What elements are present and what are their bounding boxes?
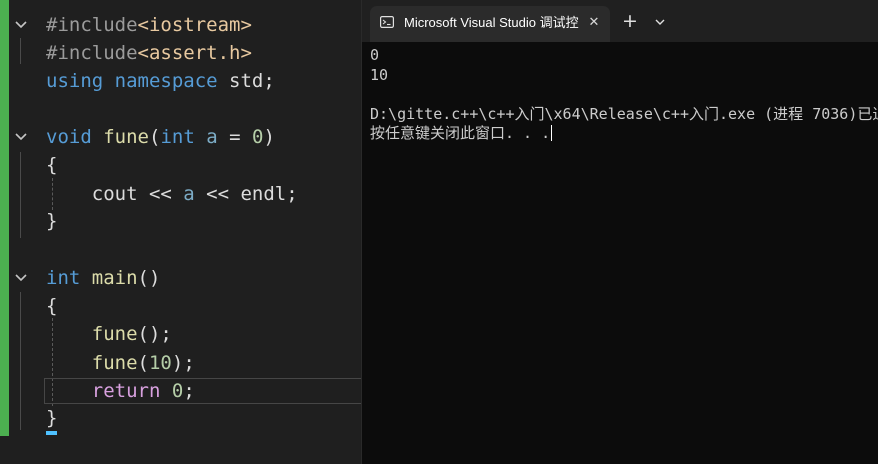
terminal-icon [380,16,394,28]
code-line[interactable]: { [46,151,57,179]
code-token: return [91,380,161,402]
code-token: cout << [46,183,184,205]
code-token: 0 [252,126,264,148]
code-token: { [46,295,58,317]
new-tab-button[interactable]: + [620,12,640,32]
code-token: ( [137,352,149,374]
code-line[interactable]: fune(10); [46,349,195,377]
code-line[interactable]: #include<assert.h> [46,39,252,67]
code-editor[interactable]: #include<iostream> #include<assert.h> us… [0,0,361,464]
code-token: int [46,267,81,289]
terminal-tab[interactable]: Microsoft Visual Studio 调试控 ✕ [370,6,610,42]
code-line[interactable]: int main() [46,264,160,292]
code-token: <iostream> [137,14,252,36]
code-token: a [183,183,195,205]
code-token: int [160,126,195,148]
change-indicator-bar [0,0,9,436]
tab-title: Microsoft Visual Studio 调试控 [404,15,579,30]
output-line: D:\gitte.c++\c++入门\x64\Release\c++入门.exe… [370,104,878,123]
outline-guide [20,152,21,238]
prompt-text: 按任意键关闭此窗口. . . [370,124,551,142]
code-line[interactable]: cout << a << endl; [46,180,298,208]
outline-guide [20,38,21,64]
caret-marker [46,431,57,435]
code-line[interactable]: fune(); [46,320,172,348]
code-token: } [46,210,58,232]
code-line[interactable]: } [46,404,57,432]
fold-chevron-down-icon[interactable] [13,17,29,33]
code-line[interactable]: { [46,292,57,320]
code-token: } [46,407,58,429]
code-token: 10 [148,352,172,374]
chevron-down-icon[interactable] [650,12,670,32]
text-cursor [551,125,553,141]
code-token: ) [263,126,275,148]
terminal-tab-bar: Microsoft Visual Studio 调试控 ✕ + [362,0,878,42]
code-line[interactable]: using namespace std; [46,67,275,95]
code-token: void [46,126,92,148]
code-token: = [217,126,252,148]
outline-guide [20,292,21,430]
code-token: std; [217,70,275,92]
code-token: a [206,126,218,148]
code-token: << endl; [194,183,298,205]
fold-chevron-down-icon[interactable] [13,270,29,286]
code-token: ); [171,352,195,374]
code-token: #include [46,42,138,64]
close-tab-icon[interactable]: ✕ [586,15,602,31]
code-token: namespace [114,70,218,92]
code-token: 0 [171,380,184,402]
fold-chevron-down-icon[interactable] [13,129,29,145]
output-line: 0 [370,46,380,64]
code-token: ; [183,380,195,402]
code-token: (); [137,323,172,345]
code-token: fune [91,352,138,374]
code-token: ( [148,126,161,148]
output-line: 10 [370,65,389,84]
code-token: fune [91,323,138,345]
code-line[interactable]: void fune(int a = 0) [46,123,275,151]
code-token: using [46,70,104,92]
terminal-window[interactable]: Microsoft Visual Studio 调试控 ✕ + 0 10 D:\… [361,0,878,464]
code-token: <assert.h> [137,42,252,64]
code-token: fune [103,126,149,148]
console-output[interactable]: 0 10 D:\gitte.c++\c++入门\x64\Release\c++入… [370,46,878,456]
code-token: () [137,267,161,289]
code-line[interactable]: #include<iostream> [46,11,252,39]
code-token: { [46,154,58,176]
output-line: 按任意键关闭此窗口. . . [370,124,878,144]
code-token: #include [46,14,138,36]
code-line[interactable]: return 0; [46,377,195,405]
code-token: main [91,267,138,289]
code-line[interactable]: } [46,207,57,235]
